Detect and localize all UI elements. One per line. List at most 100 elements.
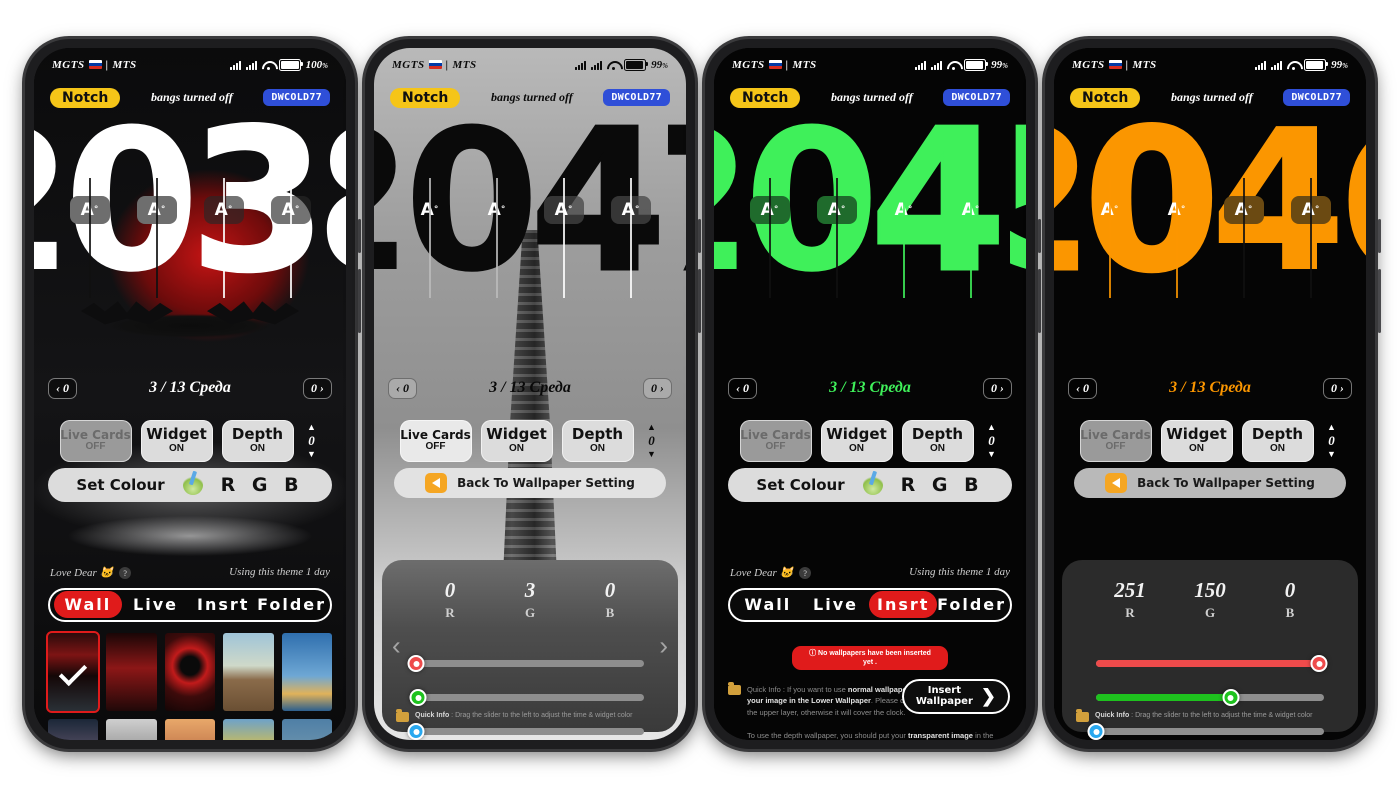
widget-toggle[interactable]: Widget ON bbox=[820, 419, 893, 462]
wallpaper-thumb-4[interactable] bbox=[281, 632, 332, 711]
side-button-mute[interactable] bbox=[1378, 218, 1381, 253]
set-colour-bar[interactable]: Set Colour R G B bbox=[728, 467, 1012, 502]
temp-badge-4[interactable]: A ° bbox=[951, 177, 991, 298]
live-cards-toggle[interactable]: Live Cards OFF bbox=[739, 419, 812, 462]
live-cards-toggle[interactable]: Live Cards OFF bbox=[399, 419, 472, 462]
depth-toggle[interactable]: Depth ON bbox=[561, 419, 634, 462]
layer-stepper[interactable]: ▲ 0 ▼ bbox=[643, 422, 661, 459]
prev-page-button[interactable]: ‹ 0 bbox=[1068, 377, 1097, 399]
green-slider-knob[interactable] bbox=[1222, 689, 1240, 706]
side-button-power[interactable] bbox=[358, 268, 361, 333]
stepper-up-icon[interactable]: ▲ bbox=[307, 422, 316, 432]
tab-insrt[interactable]: Insrt bbox=[869, 591, 938, 618]
next-page-button[interactable]: 0 › bbox=[1322, 377, 1352, 399]
stepper-down-icon[interactable]: ▼ bbox=[307, 449, 316, 459]
prev-page-button[interactable]: ‹ 0 bbox=[48, 377, 77, 399]
b-value: 0 bbox=[604, 577, 616, 602]
temp-badge-3[interactable]: A ° bbox=[203, 177, 244, 298]
stepper-value: 0 bbox=[648, 432, 655, 448]
tab-folder[interactable]: Folder bbox=[257, 591, 326, 618]
temp-badge-1[interactable]: A ° bbox=[749, 177, 790, 298]
insert-wallpaper-button[interactable]: Insert Wallpaper ❯ bbox=[901, 678, 1010, 714]
temp-badge-2[interactable]: A ° bbox=[136, 177, 177, 298]
side-button-mute[interactable] bbox=[1038, 218, 1041, 253]
tab-live[interactable]: Live bbox=[122, 591, 190, 618]
temp-badge-4[interactable]: A ° bbox=[610, 177, 651, 298]
rgb-col-b: 0 B bbox=[582, 578, 638, 621]
next-preset-icon[interactable]: › bbox=[659, 630, 668, 661]
stepper-up-icon[interactable]: ▲ bbox=[647, 422, 656, 432]
tab-wall[interactable]: Wall bbox=[734, 591, 802, 618]
layer-stepper[interactable]: ▲ 0 ▼ bbox=[303, 422, 321, 459]
wifi-icon bbox=[262, 60, 274, 70]
wallpaper-thumb-2[interactable] bbox=[164, 632, 216, 711]
prev-page-button[interactable]: ‹ 0 bbox=[728, 377, 757, 399]
temp-badge-2[interactable]: A ° bbox=[816, 177, 857, 298]
red-slider-knob[interactable] bbox=[1310, 655, 1328, 672]
temp-badge-3[interactable]: A ° bbox=[1223, 177, 1264, 298]
red-slider-knob[interactable] bbox=[407, 655, 425, 672]
stepper-up-icon[interactable]: ▲ bbox=[1327, 422, 1336, 432]
side-button-power[interactable] bbox=[698, 268, 701, 333]
layer-stepper[interactable]: ▲ 0 ▼ bbox=[1323, 422, 1341, 459]
live-cards-toggle[interactable]: Live Cards OFF bbox=[59, 419, 132, 462]
slider-group bbox=[1062, 647, 1358, 740]
depth-toggle[interactable]: Depth ON bbox=[901, 419, 974, 462]
wallpaper-thumb-9[interactable] bbox=[281, 718, 332, 740]
widget-toggle[interactable]: Widget ON bbox=[140, 419, 213, 462]
prev-preset-icon[interactable]: ‹ bbox=[392, 630, 401, 661]
green-slider[interactable] bbox=[409, 681, 644, 715]
temp-badge-3[interactable]: A ° bbox=[884, 177, 924, 298]
live-cards-toggle[interactable]: Live Cards OFF bbox=[1079, 419, 1152, 462]
side-button-power[interactable] bbox=[1378, 268, 1381, 333]
help-icon[interactable]: ? bbox=[799, 567, 812, 579]
next-page-button[interactable]: 0 › bbox=[642, 377, 672, 399]
red-slider[interactable] bbox=[407, 647, 644, 681]
wallpaper-thumb-8[interactable] bbox=[223, 718, 274, 740]
help-icon[interactable]: ? bbox=[119, 567, 132, 579]
temp-badge-3[interactable]: A ° bbox=[543, 177, 584, 298]
green-slider[interactable] bbox=[1096, 681, 1324, 715]
temp-badge-1[interactable]: A ° bbox=[69, 177, 110, 298]
blue-slider-knob[interactable] bbox=[407, 723, 425, 740]
blue-slider-knob[interactable] bbox=[1087, 723, 1105, 740]
back-to-wallpaper-setting-button[interactable]: Back To Wallpaper Setting bbox=[1074, 467, 1346, 498]
next-page-button[interactable]: 0 › bbox=[982, 377, 1012, 399]
set-colour-bar[interactable]: Set Colour R G B bbox=[48, 467, 332, 502]
wallpaper-thumb-6[interactable] bbox=[106, 718, 157, 740]
next-page-button[interactable]: 0 › bbox=[302, 377, 332, 399]
side-button-mute[interactable] bbox=[698, 218, 701, 253]
side-button-power[interactable] bbox=[1038, 268, 1041, 333]
stepper-down-icon[interactable]: ▼ bbox=[1327, 449, 1336, 459]
red-slider[interactable] bbox=[1096, 647, 1328, 681]
layer-stepper[interactable]: ▲ 0 ▼ bbox=[983, 422, 1001, 459]
temp-badge-1[interactable]: A ° bbox=[1090, 177, 1130, 298]
temp-badge-2[interactable]: A ° bbox=[477, 177, 517, 298]
tab-folder[interactable]: Folder bbox=[937, 591, 1006, 618]
rgb-label: R G B bbox=[220, 473, 304, 496]
wallpaper-thumb-5[interactable] bbox=[48, 718, 99, 740]
side-button-mute[interactable] bbox=[358, 218, 361, 253]
stepper-up-icon[interactable]: ▲ bbox=[987, 422, 996, 432]
widget-toggle[interactable]: Widget ON bbox=[1160, 419, 1233, 462]
depth-toggle[interactable]: Depth ON bbox=[221, 419, 294, 462]
wallpaper-thumb-0[interactable] bbox=[45, 630, 101, 713]
tab-live[interactable]: Live bbox=[802, 591, 870, 618]
back-label: Back To Wallpaper Setting bbox=[1137, 475, 1315, 490]
wallpaper-thumb-1[interactable] bbox=[106, 632, 157, 711]
green-slider-knob[interactable] bbox=[409, 689, 427, 706]
temp-badge-4[interactable]: A ° bbox=[1290, 177, 1331, 298]
wallpaper-thumb-7[interactable] bbox=[164, 718, 216, 740]
widget-toggle[interactable]: Widget ON bbox=[480, 419, 553, 462]
temp-badge-1[interactable]: A ° bbox=[410, 177, 450, 298]
temp-badge-4[interactable]: A ° bbox=[270, 177, 311, 298]
prev-page-button[interactable]: ‹ 0 bbox=[388, 377, 417, 399]
depth-toggle[interactable]: Depth ON bbox=[1241, 419, 1314, 462]
back-to-wallpaper-setting-button[interactable]: Back To Wallpaper Setting bbox=[394, 467, 666, 498]
temp-badge-2[interactable]: A ° bbox=[1157, 177, 1197, 298]
tab-insrt[interactable]: Insrt bbox=[189, 591, 257, 618]
wallpaper-thumb-3[interactable] bbox=[223, 632, 274, 711]
stepper-down-icon[interactable]: ▼ bbox=[987, 449, 996, 459]
stepper-down-icon[interactable]: ▼ bbox=[647, 449, 656, 459]
tab-wall[interactable]: Wall bbox=[54, 591, 122, 618]
